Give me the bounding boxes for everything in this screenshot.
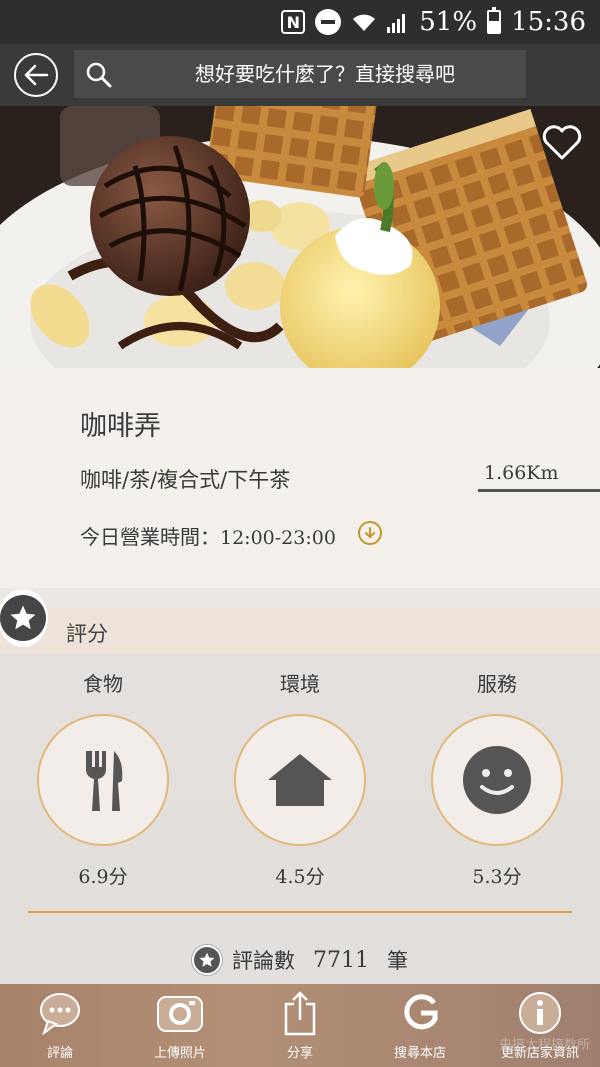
nav-label: 評論: [46, 1046, 73, 1061]
shop-photo[interactable]: [0, 106, 600, 368]
info-icon: [519, 992, 561, 1034]
rating-score: 5.3分: [472, 866, 522, 888]
rating-environment: 環境 4.5分: [225, 668, 375, 889]
rating-badge: [0, 589, 48, 647]
nfc-icon: N: [281, 10, 306, 34]
google-icon: [404, 994, 438, 1030]
opening-hours: 今日營業時間：12:00-23:00: [80, 521, 336, 550]
nav-label: 搜尋本店: [393, 1046, 446, 1061]
rating-score: 6.9分: [78, 866, 128, 888]
rating-score: 4.5分: [275, 866, 325, 888]
rating-title: 評分: [66, 622, 108, 646]
signal-icon: [387, 11, 409, 33]
search-placeholder: 想好要吃什麼了？直接搜尋吧: [195, 62, 455, 86]
clock: 15:36: [511, 7, 586, 37]
battery-percent: 51%: [419, 7, 478, 37]
review-count-label: 評論數: [232, 949, 295, 973]
nav-reviews[interactable]: 評論: [0, 984, 120, 1067]
favorite-button[interactable]: [542, 124, 582, 164]
star-icon: [192, 945, 222, 975]
dessert-photo: [0, 106, 600, 368]
hours-value: 12:00-23:00: [220, 527, 336, 549]
star-icon: [10, 605, 36, 630]
speech-bubble-icon: [40, 993, 80, 1035]
divider: [28, 911, 572, 913]
nav-search-shop[interactable]: 搜尋本店: [360, 984, 480, 1067]
camera-icon: [157, 996, 203, 1032]
rating-label: 食物: [83, 672, 123, 696]
heart-icon: [542, 125, 582, 160]
review-count-value: 7711: [313, 947, 369, 973]
status-bar: N 51% 15:36: [0, 0, 600, 44]
bottom-nav: 評論 上傳照片 分享 搜尋本店 更新店家資訊 央搞大程搞数所: [0, 984, 600, 1067]
hours-expand-button[interactable]: [358, 521, 382, 545]
search-input[interactable]: 想好要吃什麼了？直接搜尋吧: [74, 50, 526, 98]
rating-service-circle[interactable]: [431, 714, 563, 846]
rating-food: 食物 6.9分: [28, 668, 178, 889]
nav-label: 上傳照片: [153, 1046, 206, 1061]
review-count[interactable]: 評論數 7711 筆: [0, 940, 600, 980]
rating-service: 服務 5.3分: [422, 668, 572, 889]
rating-label: 服務: [477, 672, 517, 696]
house-icon: [268, 754, 332, 806]
smiley-icon: [463, 746, 531, 814]
rating-header: 評分: [0, 608, 600, 654]
battery-icon: [487, 7, 502, 34]
rating-food-circle[interactable]: [37, 714, 169, 846]
hours-label: 今日營業時間：: [80, 525, 220, 549]
fork-knife-icon: [86, 751, 123, 811]
share-icon: [284, 991, 316, 1036]
nav-label: 分享: [286, 1046, 313, 1061]
top-bar: 想好要吃什麼了？直接搜尋吧: [0, 44, 600, 106]
rating-environment-circle[interactable]: [234, 714, 366, 846]
rating-label: 環境: [280, 672, 320, 696]
shop-name: 咖啡弄: [80, 411, 161, 442]
search-icon: [86, 62, 112, 88]
distance: 1.66Km: [478, 462, 600, 492]
arrow-left-icon: [24, 64, 49, 86]
chevron-down-icon: [365, 527, 375, 539]
wifi-icon: [351, 11, 377, 33]
do-not-disturb-icon: [315, 9, 342, 35]
review-count-unit: 筆: [387, 949, 408, 973]
back-button[interactable]: [14, 53, 58, 97]
nav-upload-photo[interactable]: 上傳照片: [120, 984, 240, 1067]
nav-share[interactable]: 分享: [240, 984, 360, 1067]
shop-category: 咖啡/茶/複合式/下午茶: [80, 468, 291, 492]
nav-update-info[interactable]: 更新店家資訊: [480, 984, 600, 1067]
nav-label: 更新店家資訊: [500, 1046, 579, 1061]
